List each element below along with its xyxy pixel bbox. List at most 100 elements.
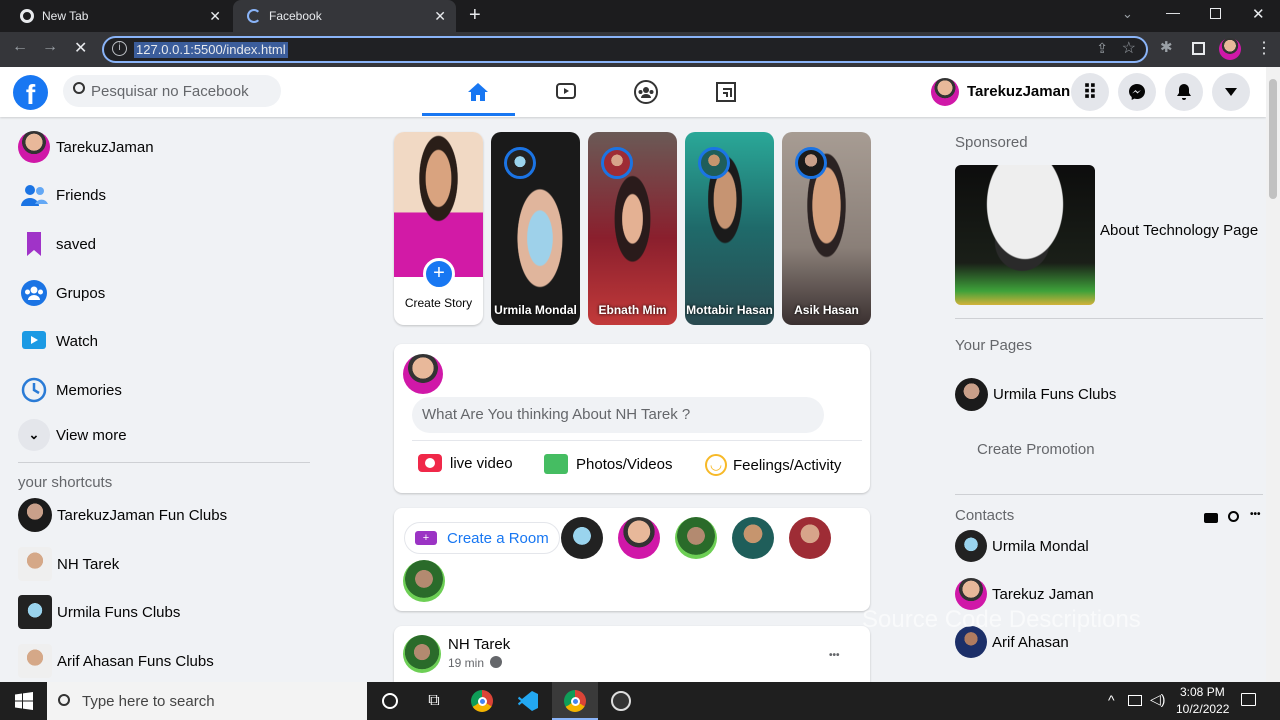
post-time[interactable]: 19 min — [448, 656, 484, 670]
tray-chevron-up-icon[interactable]: ^ — [1108, 692, 1115, 708]
menu-grid-icon[interactable]: ⠿ — [1071, 73, 1109, 111]
site-info-icon[interactable]: i — [112, 41, 127, 56]
sidebar-item-groups[interactable]: Grupos — [18, 275, 105, 311]
post-more-button[interactable]: ••• — [829, 650, 840, 661]
sponsored-ad-image[interactable] — [955, 165, 1095, 305]
create-room-button[interactable]: + Create a Room — [404, 522, 560, 554]
volume-icon[interactable]: ◁) — [1150, 691, 1165, 708]
notification-center-icon[interactable] — [1241, 693, 1256, 706]
network-icon[interactable] — [1128, 695, 1142, 706]
story-create[interactable]: + Create Story — [394, 132, 483, 325]
forward-icon[interactable]: → — [42, 38, 58, 56]
search-icon — [73, 82, 85, 94]
url-text[interactable]: 127.0.0.1:5500/index.html — [134, 42, 288, 58]
user-name[interactable]: TarekuzJaman — [967, 83, 1070, 100]
shortcut-item[interactable]: Urmila Funs Clubs — [18, 594, 180, 630]
taskbar-search-input[interactable]: Type here to search — [47, 682, 367, 720]
sidebar-item-label: Watch — [56, 332, 98, 350]
clock-date[interactable]: 10/2/2022 — [1176, 702, 1229, 716]
home-icon[interactable] — [463, 77, 493, 107]
sidebar-item-profile[interactable]: TarekuzJaman — [18, 129, 154, 165]
cortana-icon[interactable] — [376, 688, 404, 714]
task-view-icon[interactable]: ⧉ — [420, 688, 448, 714]
sidebar-divider — [18, 462, 310, 463]
avatar — [18, 498, 52, 532]
add-story-icon[interactable]: + — [423, 258, 455, 290]
story-item[interactable]: Urmila Mondal — [491, 132, 580, 325]
contacts-more-icon[interactable]: ••• — [1250, 509, 1261, 520]
address-bar[interactable]: i 127.0.0.1:5500/index.html ⇪ ☆ — [102, 36, 1148, 63]
windows-start-icon[interactable] — [10, 688, 38, 714]
tab-search-icon[interactable]: ⌄ — [1122, 6, 1133, 22]
post-author[interactable]: NH Tarek — [448, 636, 510, 653]
profile-avatar[interactable] — [1219, 38, 1241, 60]
live-video-button[interactable]: live video — [418, 454, 513, 472]
story-name: Ebnath Mim — [598, 303, 667, 317]
vscode-taskbar-icon[interactable] — [514, 688, 542, 714]
chrome-active-taskbar-icon[interactable] — [561, 688, 589, 714]
composer-input[interactable]: What Are You thinking About NH Tarek ? — [412, 397, 824, 433]
story-item[interactable]: Ebnath Mim — [588, 132, 677, 325]
user-avatar[interactable] — [931, 78, 959, 106]
room-contact-avatar[interactable] — [618, 517, 660, 559]
window-close-icon[interactable]: ✕ — [1252, 5, 1265, 23]
new-tab-button[interactable]: + — [469, 4, 481, 27]
messenger-icon[interactable] — [1118, 73, 1156, 111]
tab-facebook[interactable]: Facebook ✕ — [233, 0, 456, 32]
avatar[interactable] — [403, 635, 441, 673]
room-contact-avatar[interactable] — [561, 517, 603, 559]
story-name: Asik Hasan — [794, 303, 859, 317]
sidebar-item-watch[interactable]: Watch — [18, 323, 98, 359]
back-icon[interactable]: ← — [12, 38, 28, 56]
watch-tab-icon[interactable] — [551, 77, 581, 107]
account-dropdown-icon[interactable] — [1212, 73, 1250, 111]
restore-icon[interactable] — [1210, 8, 1221, 19]
feelings-activity-button[interactable]: ◡ Feelings/Activity — [705, 454, 841, 476]
home-tab-indicator — [422, 113, 515, 116]
minimize-icon[interactable]: — — [1166, 4, 1180, 20]
contact-item[interactable]: Urmila Mondal — [955, 528, 1089, 564]
search-input[interactable]: Pesquisar no Facebook — [63, 75, 281, 107]
stop-loading-icon[interactable]: ✕ — [74, 38, 87, 58]
room-contact-avatar[interactable] — [732, 517, 774, 559]
shortcut-item[interactable]: NH Tarek — [18, 546, 119, 582]
clock-time[interactable]: 3:08 PM — [1180, 685, 1225, 699]
sidebar-item-friends[interactable]: Friends — [18, 177, 106, 213]
contact-name: Tarekuz Jaman — [992, 585, 1094, 603]
app-taskbar-icon[interactable] — [607, 688, 635, 714]
story-avatar — [698, 147, 730, 179]
shortcut-item[interactable]: TarekuzJaman Fun Clubs — [18, 497, 227, 533]
create-promotion-link[interactable]: Create Promotion — [977, 441, 1095, 458]
story-item[interactable]: Asik Hasan — [782, 132, 871, 325]
facebook-header: f Pesquisar no Facebook TarekuzJaman ⠿ — [0, 67, 1266, 117]
close-icon[interactable]: ✕ — [434, 8, 446, 25]
page-item[interactable]: Urmila Funs Clubs — [955, 376, 1116, 412]
groups-tab-icon[interactable] — [631, 77, 661, 107]
extensions-icon[interactable]: ✱ — [1160, 38, 1173, 56]
chrome-menu-icon[interactable]: ⋮ — [1256, 38, 1272, 58]
sidebar-item-saved[interactable]: saved — [18, 226, 96, 262]
shortcut-item[interactable]: Arif Ahasan Funs Clubs — [18, 643, 214, 679]
gaming-tab-icon[interactable] — [711, 77, 741, 107]
photos-videos-button[interactable]: Photos/Videos — [544, 454, 672, 474]
sidebar-item-memories[interactable]: Memories — [18, 372, 122, 408]
room-contact-avatar[interactable] — [403, 560, 445, 602]
contacts-search-icon[interactable] — [1228, 511, 1239, 522]
room-contact-avatar[interactable] — [675, 517, 717, 559]
new-room-video-icon[interactable] — [1204, 513, 1218, 523]
room-contact-avatar[interactable] — [789, 517, 831, 559]
bookmark-star-icon[interactable]: ☆ — [1122, 38, 1136, 58]
notifications-bell-icon[interactable] — [1165, 73, 1203, 111]
sidebar-item-label: Grupos — [56, 284, 106, 302]
side-panel-icon[interactable] — [1192, 42, 1205, 55]
share-icon[interactable]: ⇪ — [1096, 40, 1108, 57]
sponsored-ad-label[interactable]: About Technology Page — [1100, 222, 1258, 239]
page-scrollbar[interactable] — [1266, 67, 1280, 682]
tab-new-tab[interactable]: New Tab ✕ — [6, 0, 231, 32]
story-name: Mottabir Hasan — [686, 303, 773, 317]
facebook-logo-icon[interactable]: f — [13, 75, 48, 110]
chrome-taskbar-icon[interactable] — [468, 688, 496, 714]
story-item[interactable]: Mottabir Hasan — [685, 132, 774, 325]
sidebar-item-view-more[interactable]: ⌄ View more — [18, 417, 127, 453]
close-icon[interactable]: ✕ — [209, 8, 221, 25]
